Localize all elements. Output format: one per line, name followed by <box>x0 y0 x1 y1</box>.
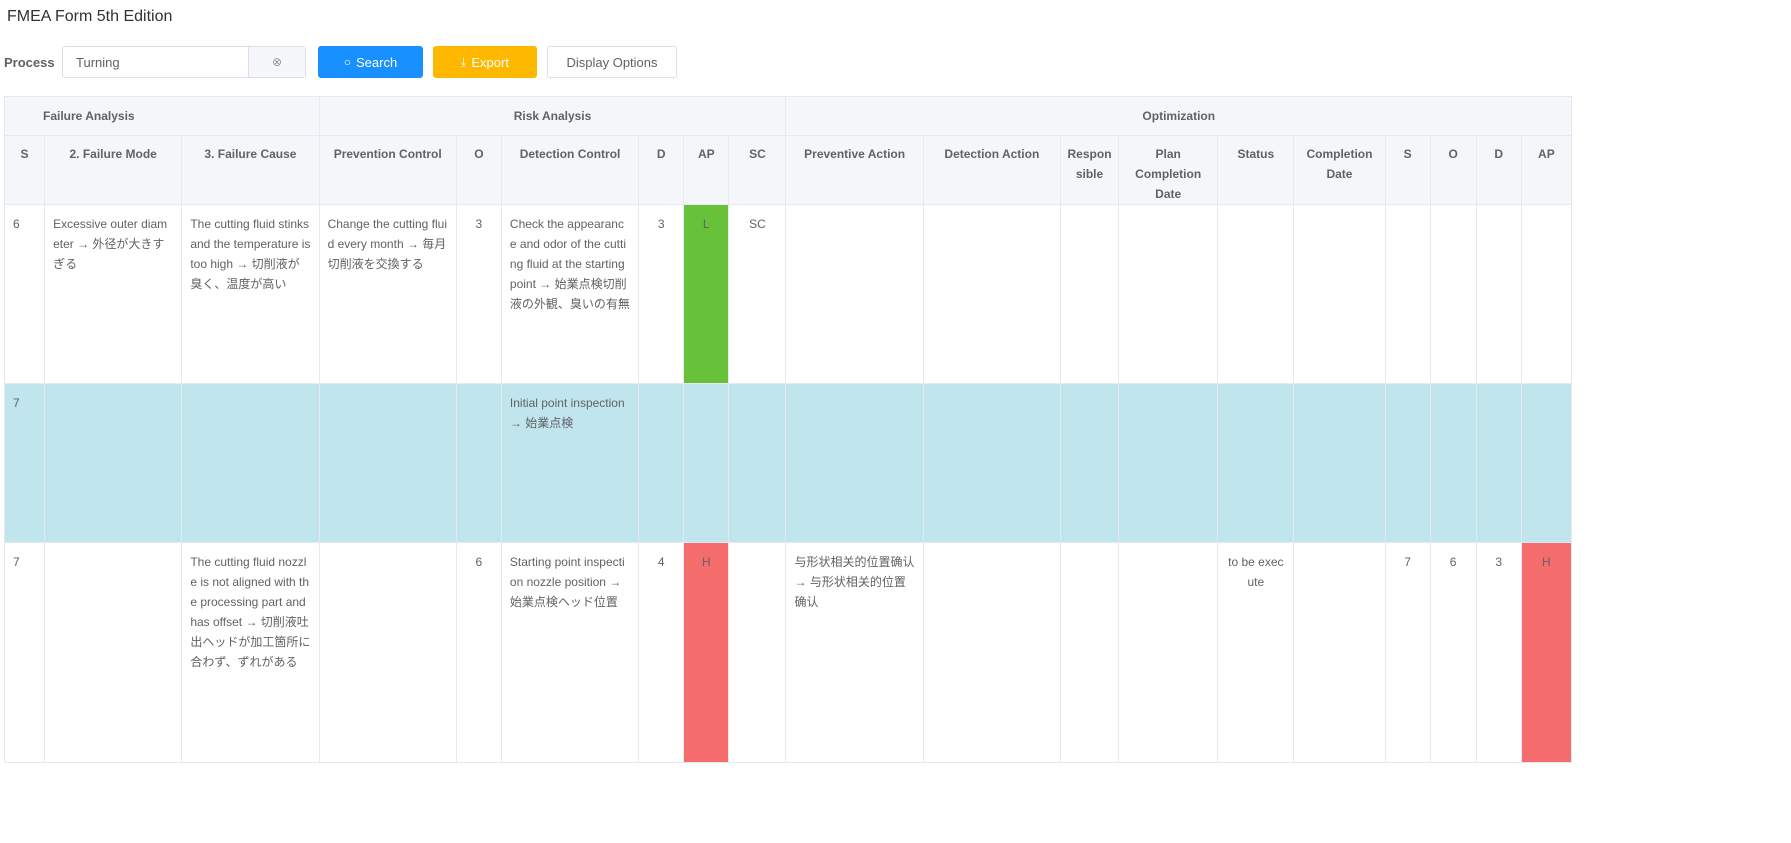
cell-o2 <box>1429 383 1477 543</box>
cell-o2: 6 <box>1429 542 1477 763</box>
cell-ap: L <box>683 204 730 384</box>
cell-failure-mode <box>44 542 183 763</box>
process-label: Process <box>4 54 55 70</box>
cell-s: 7 <box>4 542 46 763</box>
col-header-ap2: AP <box>1520 135 1573 205</box>
cell-sc: SC <box>728 204 787 384</box>
cell-d: 3 <box>638 204 685 384</box>
cell-d <box>638 383 685 543</box>
cell-prevention-control: Change the cutting fluid every month → 毎… <box>318 204 457 384</box>
cell-detection-action <box>922 542 1061 763</box>
cell-ap: H <box>683 542 730 763</box>
cell-ap2: H <box>1520 542 1573 763</box>
cell-failure-cause <box>181 383 320 543</box>
col-header-preventive-action: Preventive Action <box>785 135 924 205</box>
cell-prevention-control <box>318 542 457 763</box>
cell-s: 6 <box>4 204 46 384</box>
cell-s2: 7 <box>1384 542 1431 763</box>
cell-preventive-action <box>785 383 924 543</box>
cell-failure-cause: The cutting fluid stinks and the tempera… <box>181 204 320 384</box>
group-risk-analysis: Risk Analysis <box>318 96 787 136</box>
col-header-failure-cause: 3. Failure Cause <box>181 135 320 205</box>
search-button-label: Search <box>356 54 398 70</box>
col-header-s: S <box>4 135 46 205</box>
cell-o: 6 <box>455 542 502 763</box>
cell-d2: 3 <box>1475 542 1522 763</box>
process-input[interactable] <box>63 47 236 77</box>
col-header-o2: O <box>1429 135 1477 205</box>
search-icon: ○ <box>343 55 352 69</box>
cell-detection-control: Check the appearance and odor of the cut… <box>500 204 640 384</box>
cell-plan-completion-date <box>1118 542 1219 763</box>
cell-o <box>455 383 502 543</box>
col-header-detection-action: Detection Action <box>922 135 1061 205</box>
col-header-s2: S <box>1384 135 1431 205</box>
cell-plan-completion-date <box>1118 383 1219 543</box>
cell-d2 <box>1475 204 1522 384</box>
cell-responsible <box>1059 542 1120 763</box>
col-header-d: D <box>638 135 685 205</box>
col-header-status: Status <box>1217 135 1295 205</box>
cell-status <box>1217 383 1295 543</box>
table-row[interactable]: 7 The cutting fluid nozzle is not aligne… <box>4 542 1573 763</box>
cell-s2 <box>1384 383 1431 543</box>
cell-failure-mode <box>44 383 183 543</box>
col-header-d2: D <box>1475 135 1522 205</box>
cell-status <box>1217 204 1295 384</box>
col-header-detection-control: Detection Control <box>500 135 640 205</box>
group-failure-analysis: Failure Analysis <box>4 96 320 136</box>
cell-d2 <box>1475 383 1522 543</box>
cell-d: 4 <box>638 542 685 763</box>
cell-completion-date <box>1293 383 1386 543</box>
process-select[interactable]: ⊗ <box>62 46 306 78</box>
col-header-o: O <box>455 135 502 205</box>
cell-ap <box>683 383 730 543</box>
export-button[interactable]: ⤓ Export <box>433 46 537 78</box>
cell-ap2 <box>1520 383 1573 543</box>
col-header-failure-mode: 2. Failure Mode <box>44 135 183 205</box>
cell-ap2 <box>1520 204 1573 384</box>
cell-failure-cause: The cutting fluid nozzle is not aligned … <box>181 542 320 763</box>
cell-sc <box>728 542 787 763</box>
cell-completion-date <box>1293 542 1386 763</box>
cell-o2 <box>1429 204 1477 384</box>
col-header-completion-date: Completion Date <box>1293 135 1386 205</box>
table-row-selected[interactable]: 7 Initial point inspection → 始業点検 <box>4 383 1573 543</box>
fmea-table: Failure Analysis Risk Analysis Optimizat… <box>4 96 1573 763</box>
cell-detection-control: Starting point inspection nozzle positio… <box>500 542 640 763</box>
cell-failure-mode: Excessive outer diameter → 外径が大きすぎる <box>44 204 183 384</box>
cell-status: to be execute <box>1217 542 1295 763</box>
download-icon: ⤓ <box>461 54 467 69</box>
cell-sc <box>728 383 787 543</box>
cell-prevention-control <box>318 383 457 543</box>
cell-detection-action <box>922 383 1061 543</box>
display-options-button[interactable]: Display Options <box>547 46 677 78</box>
cell-preventive-action: 与形状相关的位置确认 → 与形状相关的位置确认 <box>785 542 924 763</box>
page-title: FMEA Form 5th Edition <box>7 8 173 25</box>
display-options-label: Display Options <box>566 54 658 70</box>
export-button-label: Export <box>471 54 509 70</box>
cell-plan-completion-date <box>1118 204 1219 384</box>
fmea-table-container[interactable]: Failure Analysis Risk Analysis Optimizat… <box>4 96 1791 843</box>
toolbar: Process ⊗ ○ Search ⤓ Export Display Opti… <box>0 45 677 79</box>
table-row[interactable]: 6 Excessive outer diameter → 外径が大きすぎる Th… <box>4 204 1573 384</box>
cell-responsible <box>1059 204 1120 384</box>
cell-detection-action <box>922 204 1061 384</box>
clear-icon[interactable]: ⊗ <box>248 47 305 77</box>
group-optimization: Optimization <box>785 96 1572 136</box>
cell-s: 7 <box>4 383 46 543</box>
cell-detection-control: Initial point inspection → 始業点検 <box>500 383 640 543</box>
cell-preventive-action <box>785 204 924 384</box>
cell-o: 3 <box>455 204 502 384</box>
cell-s2 <box>1384 204 1431 384</box>
col-header-ap: AP <box>683 135 730 205</box>
cell-completion-date <box>1293 204 1386 384</box>
col-header-responsible: Responsible <box>1059 135 1120 205</box>
col-header-plan-completion-date: Plan Completion Date <box>1118 135 1219 205</box>
col-header-prevention-control: Prevention Control <box>318 135 457 205</box>
cell-responsible <box>1059 383 1120 543</box>
search-button[interactable]: ○ Search <box>318 46 423 78</box>
col-header-sc: SC <box>728 135 787 205</box>
